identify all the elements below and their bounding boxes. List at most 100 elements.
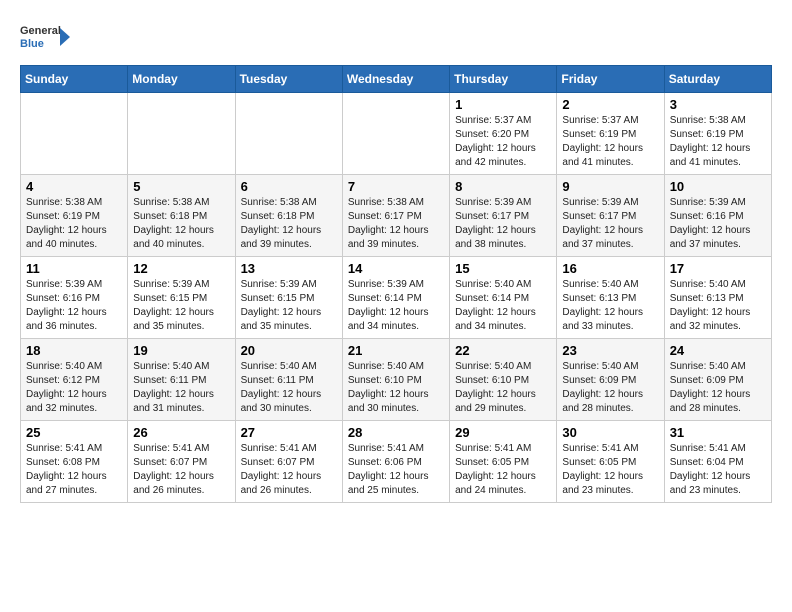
week-row-5: 25 Sunrise: 5:41 AM Sunset: 6:08 PM Dayli… (21, 421, 772, 503)
day-cell: 27 Sunrise: 5:41 AM Sunset: 6:07 PM Dayli… (235, 421, 342, 503)
day-info: Sunrise: 5:39 AM Sunset: 6:16 PM Dayligh… (26, 278, 122, 334)
day-number: 5 (133, 179, 229, 194)
day-cell: 16 Sunrise: 5:40 AM Sunset: 6:13 PM Dayli… (557, 257, 664, 339)
week-row-3: 11Sunrise: 5:39 AM Sunset: 6:16 PM Dayli… (21, 257, 772, 339)
day-cell: 28 Sunrise: 5:41 AM Sunset: 6:06 PM Dayli… (342, 421, 449, 503)
day-number: 29 (455, 425, 551, 440)
day-cell: 30 Sunrise: 5:41 AM Sunset: 6:05 PM Dayli… (557, 421, 664, 503)
day-info: Sunrise: 5:39 AM Sunset: 6:14 PM Dayligh… (348, 278, 444, 334)
day-number: 25 (26, 425, 122, 440)
day-cell: 21 Sunrise: 5:40 AM Sunset: 6:10 PM Dayli… (342, 339, 449, 421)
day-cell: 31 Sunrise: 5:41 AM Sunset: 6:04 PM Dayli… (664, 421, 771, 503)
day-cell: 22 Sunrise: 5:40 AM Sunset: 6:10 PM Dayli… (450, 339, 557, 421)
day-info: Sunrise: 5:38 AM Sunset: 6:19 PM Dayligh… (26, 196, 122, 252)
day-info: Sunrise: 5:39 AM Sunset: 6:15 PM Dayligh… (241, 278, 337, 334)
day-number: 2 (562, 97, 658, 112)
weekday-header-thursday: Thursday (450, 66, 557, 93)
day-number: 1 (455, 97, 551, 112)
day-cell: 8Sunrise: 5:39 AM Sunset: 6:17 PM Daylig… (450, 175, 557, 257)
day-number: 31 (670, 425, 766, 440)
day-info: Sunrise: 5:41 AM Sunset: 6:08 PM Dayligh… (26, 442, 122, 498)
week-row-1: 1 Sunrise: 5:37 AM Sunset: 6:20 PM Daylig… (21, 93, 772, 175)
day-number: 18 (26, 343, 122, 358)
day-cell: 3 Sunrise: 5:38 AM Sunset: 6:19 PM Daylig… (664, 93, 771, 175)
day-info: Sunrise: 5:38 AM Sunset: 6:18 PM Dayligh… (133, 196, 229, 252)
svg-text:Blue: Blue (20, 38, 44, 50)
day-info: Sunrise: 5:41 AM Sunset: 6:07 PM Dayligh… (133, 442, 229, 498)
day-info: Sunrise: 5:40 AM Sunset: 6:11 PM Dayligh… (241, 360, 337, 416)
day-number: 12 (133, 261, 229, 276)
day-info: Sunrise: 5:41 AM Sunset: 6:05 PM Dayligh… (455, 442, 551, 498)
day-info: Sunrise: 5:40 AM Sunset: 6:09 PM Dayligh… (670, 360, 766, 416)
weekday-header-friday: Friday (557, 66, 664, 93)
day-cell (342, 93, 449, 175)
weekday-header-sunday: Sunday (21, 66, 128, 93)
day-cell: 12 Sunrise: 5:39 AM Sunset: 6:15 PM Dayli… (128, 257, 235, 339)
day-info: Sunrise: 5:40 AM Sunset: 6:13 PM Dayligh… (562, 278, 658, 334)
day-cell: 13 Sunrise: 5:39 AM Sunset: 6:15 PM Dayli… (235, 257, 342, 339)
day-cell (21, 93, 128, 175)
day-info: Sunrise: 5:38 AM Sunset: 6:18 PM Dayligh… (241, 196, 337, 252)
day-cell: 24 Sunrise: 5:40 AM Sunset: 6:09 PM Dayli… (664, 339, 771, 421)
day-number: 22 (455, 343, 551, 358)
day-number: 6 (241, 179, 337, 194)
day-number: 27 (241, 425, 337, 440)
day-cell: 20Sunrise: 5:40 AM Sunset: 6:11 PM Dayli… (235, 339, 342, 421)
week-row-4: 18 Sunrise: 5:40 AM Sunset: 6:12 PM Dayli… (21, 339, 772, 421)
day-number: 24 (670, 343, 766, 358)
day-info: Sunrise: 5:41 AM Sunset: 6:05 PM Dayligh… (562, 442, 658, 498)
day-cell: 18 Sunrise: 5:40 AM Sunset: 6:12 PM Dayli… (21, 339, 128, 421)
day-info: Sunrise: 5:39 AM Sunset: 6:17 PM Dayligh… (562, 196, 658, 252)
day-info: Sunrise: 5:37 AM Sunset: 6:20 PM Dayligh… (455, 114, 551, 170)
day-cell: 2Sunrise: 5:37 AM Sunset: 6:19 PM Daylig… (557, 93, 664, 175)
logo-svg: GeneralBlue (20, 20, 70, 55)
weekday-header-monday: Monday (128, 66, 235, 93)
day-cell: 25 Sunrise: 5:41 AM Sunset: 6:08 PM Dayli… (21, 421, 128, 503)
day-info: Sunrise: 5:39 AM Sunset: 6:16 PM Dayligh… (670, 196, 766, 252)
day-info: Sunrise: 5:40 AM Sunset: 6:13 PM Dayligh… (670, 278, 766, 334)
day-number: 14 (348, 261, 444, 276)
weekday-header-wednesday: Wednesday (342, 66, 449, 93)
day-number: 16 (562, 261, 658, 276)
day-number: 19 (133, 343, 229, 358)
day-number: 13 (241, 261, 337, 276)
day-info: Sunrise: 5:38 AM Sunset: 6:19 PM Dayligh… (670, 114, 766, 170)
day-number: 3 (670, 97, 766, 112)
day-cell: 7Sunrise: 5:38 AM Sunset: 6:17 PM Daylig… (342, 175, 449, 257)
svg-text:General: General (20, 25, 61, 37)
day-number: 9 (562, 179, 658, 194)
calendar-table: SundayMondayTuesdayWednesdayThursdayFrid… (20, 65, 772, 503)
day-cell (235, 93, 342, 175)
day-cell: 4Sunrise: 5:38 AM Sunset: 6:19 PM Daylig… (21, 175, 128, 257)
day-cell: 9 Sunrise: 5:39 AM Sunset: 6:17 PM Daylig… (557, 175, 664, 257)
day-info: Sunrise: 5:41 AM Sunset: 6:06 PM Dayligh… (348, 442, 444, 498)
day-number: 17 (670, 261, 766, 276)
day-number: 28 (348, 425, 444, 440)
logo: GeneralBlue (20, 20, 70, 55)
day-cell: 6 Sunrise: 5:38 AM Sunset: 6:18 PM Daylig… (235, 175, 342, 257)
day-info: Sunrise: 5:40 AM Sunset: 6:14 PM Dayligh… (455, 278, 551, 334)
day-cell: 1 Sunrise: 5:37 AM Sunset: 6:20 PM Daylig… (450, 93, 557, 175)
day-cell: 11Sunrise: 5:39 AM Sunset: 6:16 PM Dayli… (21, 257, 128, 339)
day-cell: 5 Sunrise: 5:38 AM Sunset: 6:18 PM Daylig… (128, 175, 235, 257)
day-info: Sunrise: 5:40 AM Sunset: 6:12 PM Dayligh… (26, 360, 122, 416)
day-number: 7 (348, 179, 444, 194)
day-number: 10 (670, 179, 766, 194)
weekday-header-saturday: Saturday (664, 66, 771, 93)
day-cell: 15Sunrise: 5:40 AM Sunset: 6:14 PM Dayli… (450, 257, 557, 339)
day-number: 8 (455, 179, 551, 194)
day-cell (128, 93, 235, 175)
day-info: Sunrise: 5:40 AM Sunset: 6:10 PM Dayligh… (455, 360, 551, 416)
weekday-header-tuesday: Tuesday (235, 66, 342, 93)
day-number: 26 (133, 425, 229, 440)
day-info: Sunrise: 5:40 AM Sunset: 6:10 PM Dayligh… (348, 360, 444, 416)
day-number: 21 (348, 343, 444, 358)
day-info: Sunrise: 5:41 AM Sunset: 6:04 PM Dayligh… (670, 442, 766, 498)
day-info: Sunrise: 5:39 AM Sunset: 6:15 PM Dayligh… (133, 278, 229, 334)
weekday-header-row: SundayMondayTuesdayWednesdayThursdayFrid… (21, 66, 772, 93)
day-number: 30 (562, 425, 658, 440)
day-cell: 19Sunrise: 5:40 AM Sunset: 6:11 PM Dayli… (128, 339, 235, 421)
calendar-header: SundayMondayTuesdayWednesdayThursdayFrid… (21, 66, 772, 93)
calendar-body: 1 Sunrise: 5:37 AM Sunset: 6:20 PM Daylig… (21, 93, 772, 503)
day-info: Sunrise: 5:41 AM Sunset: 6:07 PM Dayligh… (241, 442, 337, 498)
